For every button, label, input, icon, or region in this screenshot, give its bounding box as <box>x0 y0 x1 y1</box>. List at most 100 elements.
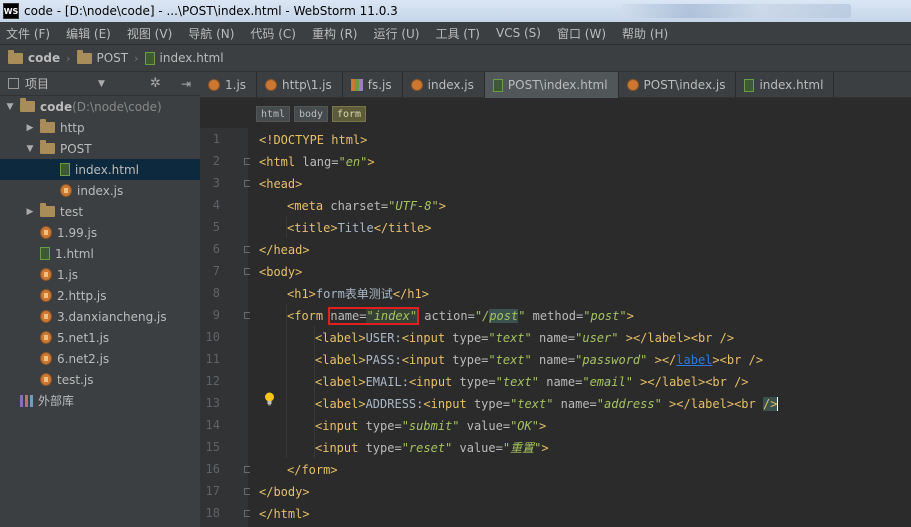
tree-item[interactable]: ▶ test <box>0 201 200 222</box>
code-token: <!DOCTYPE html> <box>259 133 368 147</box>
tree-item[interactable]: index.js <box>0 180 200 201</box>
code-token: "/ <box>474 309 490 323</box>
library-icon <box>20 394 33 407</box>
tree-item-label: index.js <box>77 183 124 198</box>
tree-item[interactable]: ▼ code (D:\node\code) <box>0 96 200 117</box>
code-token: </label> <box>632 331 691 345</box>
tree-item-label: 2.http.js <box>57 288 107 303</box>
menu-code[interactable]: 代码 (C) <box>250 25 296 42</box>
tag-crumb-html[interactable]: html <box>256 106 291 122</box>
code-token: "UTF-8" <box>388 199 439 213</box>
tree-item[interactable]: 2.http.js <box>0 285 200 306</box>
code-token: <html <box>259 155 303 169</box>
code-token[interactable]: label <box>676 353 712 367</box>
tree-item[interactable]: 外部库 <box>0 390 200 411</box>
code-token: /> <box>762 397 779 411</box>
code-line-9: <form name="index" action="/post" method… <box>287 305 634 327</box>
code-token: "重置" <box>502 441 542 455</box>
line-number: 7 <box>212 264 220 278</box>
code-token: <input <box>315 419 366 433</box>
tree-item[interactable]: 3.danxiancheng.js <box>0 306 200 327</box>
gear-icon[interactable]: ✲ <box>150 76 161 91</box>
tree-item-label: test <box>60 204 84 219</box>
code-editor[interactable]: <!DOCTYPE html> <html lang="en"> <head> … <box>250 128 911 527</box>
tree-item[interactable]: ▶ http <box>0 117 200 138</box>
code-token: <label> <box>315 397 366 411</box>
menu-view[interactable]: 视图 (V) <box>127 25 172 42</box>
nav-crumb-code[interactable]: code <box>8 49 60 65</box>
editor-tab[interactable]: POST\index.html <box>484 72 619 98</box>
code-token: Title <box>337 221 374 235</box>
menu-window[interactable]: 窗口 (W) <box>557 25 606 42</box>
code-token: "OK" <box>510 419 539 433</box>
code-token: <input <box>315 441 366 455</box>
nav-crumb-index-html[interactable]: index.html <box>144 51 224 65</box>
tree-item[interactable]: 6.net2.js <box>0 348 200 369</box>
chevron-down-icon[interactable]: ▼ <box>24 144 36 154</box>
code-line-7: <body> <box>259 261 302 283</box>
tree-item[interactable]: index.html <box>0 159 200 180</box>
chevron-down-icon[interactable]: ▼ <box>4 102 16 112</box>
tree-item[interactable]: 1.html <box>0 243 200 264</box>
code-line-8: <h1>form表单测试</h1> <box>287 283 429 305</box>
js-file-icon <box>40 289 52 302</box>
chevron-right-icon[interactable]: ▶ <box>24 123 36 133</box>
code-token: </label> <box>676 397 735 411</box>
chevron-down-icon[interactable]: ▼ <box>98 79 105 89</box>
code-token: <head> <box>259 177 303 191</box>
tag-crumb-body[interactable]: body <box>294 106 329 122</box>
code-token: "text" <box>488 353 532 367</box>
code-token: name= <box>330 309 367 323</box>
code-token: "post" <box>583 309 627 323</box>
code-token: <input <box>423 397 474 411</box>
code-token: type= <box>473 397 511 411</box>
code-line-12: <label>EMAIL:<input type="text" name="em… <box>315 371 749 393</box>
editor-tab[interactable]: POST\index.js <box>619 72 737 98</box>
code-token: <h1> <box>287 287 316 301</box>
editor-tab-label: POST\index.js <box>643 78 726 92</box>
tree-item[interactable]: 1.99.js <box>0 222 200 243</box>
window-title: code - [D:\node\code] - ...\POST\index.h… <box>24 4 398 18</box>
tree-item[interactable]: ▼ POST <box>0 138 200 159</box>
tag-crumb-form[interactable]: form <box>332 106 367 122</box>
editor-tab[interactable]: index.js <box>403 72 485 98</box>
menu-file[interactable]: 文件 (F) <box>6 25 50 42</box>
code-token: > <box>538 419 547 433</box>
line-number: 6 <box>212 242 220 256</box>
menu-refactor[interactable]: 重构 (R) <box>312 25 358 42</box>
code-token: <label> <box>315 331 366 345</box>
js-file-icon <box>40 310 52 323</box>
code-line-11: <label>PASS:<input type="text" name="pas… <box>315 349 763 371</box>
menu-navigate[interactable]: 导航 (N) <box>188 25 234 42</box>
nav-crumb-post[interactable]: POST <box>76 49 128 65</box>
code-line-4: <meta charset="UTF-8"> <box>287 195 446 217</box>
editor-tab[interactable]: fs.js <box>343 72 403 98</box>
menu-tools[interactable]: 工具 (T) <box>435 25 480 42</box>
code-token: value= <box>452 441 503 455</box>
code-line-17: </body> <box>259 481 310 503</box>
code-token: type= <box>452 331 489 345</box>
code-token: > <box>632 375 648 389</box>
menu-edit[interactable]: 编辑 (E) <box>66 25 111 42</box>
tree-item[interactable]: test.js <box>0 369 200 390</box>
code-token: EMAIL: <box>365 375 409 389</box>
hide-panel-icon[interactable]: ⇥ <box>181 77 191 91</box>
folder-icon <box>40 203 55 217</box>
js-file-icon <box>40 373 52 386</box>
code-token: "text" <box>488 331 532 345</box>
project-view-selector[interactable]: 项目 <box>25 75 49 92</box>
chevron-right-icon[interactable]: ▶ <box>24 207 36 217</box>
editor-tab[interactable]: http\1.js <box>257 72 343 98</box>
editor-tab-label: POST\index.html <box>507 78 608 92</box>
editor-tab[interactable]: index.html <box>736 72 835 98</box>
lightbulb-icon[interactable] <box>264 392 275 406</box>
editor-tab[interactable]: 1.js <box>200 72 258 98</box>
folder-icon <box>40 140 55 154</box>
menu-help[interactable]: 帮助 (H) <box>622 25 668 42</box>
tree-item[interactable]: 1.js <box>0 264 200 285</box>
menu-run[interactable]: 运行 (U) <box>374 25 420 42</box>
code-token: <input <box>401 331 453 345</box>
menu-vcs[interactable]: VCS (S) <box>496 26 541 40</box>
title-bar: WS code - [D:\node\code] - ...\POST\inde… <box>0 0 911 22</box>
tree-item[interactable]: 5.net1.js <box>0 327 200 348</box>
